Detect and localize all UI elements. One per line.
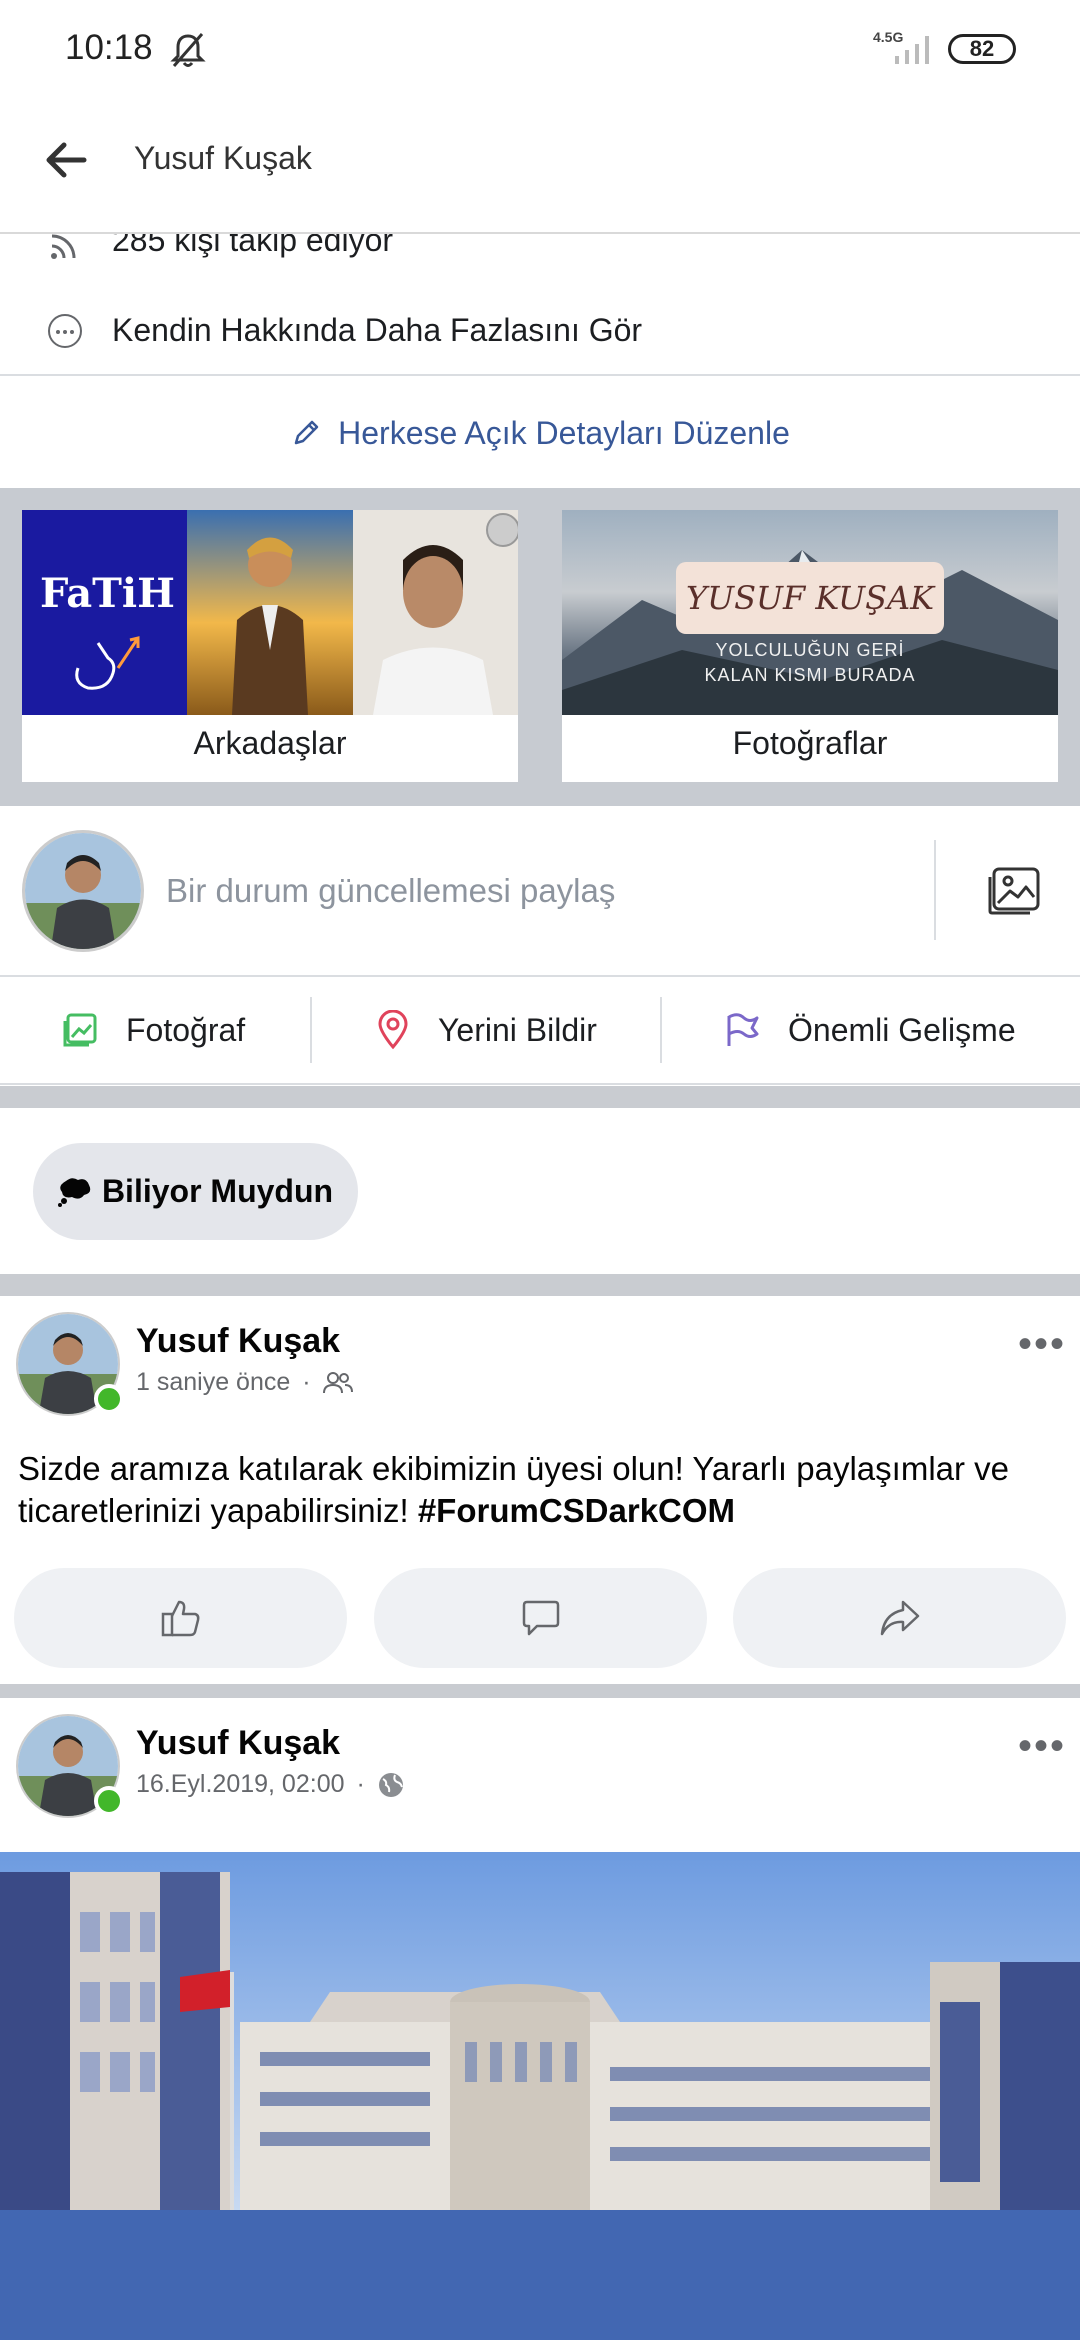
section-separator <box>0 1274 1080 1296</box>
checkin-action-label: Yerini Bildir <box>438 1011 597 1048</box>
followers-text: 285 kişi takip ediyor <box>112 234 394 258</box>
notifications-muted-icon <box>170 33 206 67</box>
checkin-action-button[interactable]: Yerini Bildir <box>376 977 597 1083</box>
friend-thumb-3 <box>353 510 520 715</box>
divider <box>0 374 1080 376</box>
thought-bubble-icon <box>57 1177 91 1207</box>
online-status-dot <box>94 1384 124 1414</box>
page-title: Yusuf Kuşak <box>134 140 312 176</box>
location-pin-icon <box>378 1010 408 1050</box>
status-composer-input[interactable]: Bir durum güncellemesi paylaş <box>166 872 615 910</box>
composer-divider <box>934 840 936 940</box>
post-photo[interactable] <box>0 1852 1080 2212</box>
did-you-know-label: Biliyor Muydun <box>101 1173 334 1209</box>
edit-public-details-label: Herkese Açık Detayları Düzenle <box>338 414 790 451</box>
friend-logo-text: FaTiH <box>40 570 175 617</box>
photo-action-label: Fotoğraf <box>126 1011 246 1048</box>
back-arrow-icon[interactable] <box>44 140 88 180</box>
more-horizontal-icon <box>48 314 82 348</box>
post-author-name[interactable]: Yusuf Kuşak <box>136 1322 340 1361</box>
edit-public-details-button[interactable]: Herkese Açık Detayları Düzenle <box>0 378 1080 488</box>
flag-icon <box>727 1013 759 1046</box>
photo-icon <box>63 1013 97 1047</box>
followers-row[interactable]: 285 kişi takip ediyor <box>0 234 1080 294</box>
section-separator <box>0 1086 1080 1108</box>
comment-icon <box>522 1600 559 1636</box>
globe-public-icon <box>378 1772 403 1797</box>
bottom-navigation-bar <box>0 2210 1080 2340</box>
photos-label: Fotoğraflar <box>732 725 888 761</box>
did-you-know-button[interactable]: Biliyor Muydun <box>33 1143 358 1240</box>
photo-action-button[interactable]: Fotoğraf <box>62 977 245 1083</box>
post-timestamp[interactable]: 16.Eyl.2019, 02:00 <box>136 1770 345 1799</box>
meta-separator: · <box>302 1368 311 1396</box>
share-arrow-icon <box>880 1600 919 1636</box>
friends-card[interactable]: FaTiH Arkadaşlar <box>22 510 520 782</box>
post-hashtag[interactable]: #ForumCSDarkCOM <box>418 1492 735 1529</box>
meta-separator: · <box>356 1770 365 1798</box>
comment-button[interactable] <box>374 1568 707 1668</box>
post-timestamp[interactable]: 1 saniye önce <box>136 1368 290 1397</box>
friends-label: Arkadaşlar <box>193 725 347 761</box>
friend-thumb-1: FaTiH <box>22 510 187 715</box>
photo-gallery-icon[interactable] <box>986 865 1042 917</box>
signal-icon <box>895 36 929 64</box>
cover-subtitle-1: YOLCULUĞUN GERİ <box>715 640 905 660</box>
section-separator <box>0 1684 1080 1698</box>
cover-subtitle-2: KALAN KISMI BURADA <box>704 665 916 685</box>
pencil-icon <box>294 420 319 445</box>
cover-photo-thumb: YUSUF KUŞAK YOLCULUĞUN GERİ KALAN KISMI … <box>562 510 1058 715</box>
action-divider <box>310 997 312 1063</box>
post-text: Sizde aramıza katılarak ekibimizin üyesi… <box>18 1448 1058 1532</box>
post-meta: 16.Eyl.2019, 02:00 · <box>136 1770 405 1799</box>
life-event-action-label: Önemli Gelişme <box>788 1011 1016 1048</box>
post-author-name[interactable]: Yusuf Kuşak <box>136 1724 340 1763</box>
thumbs-up-icon <box>161 1600 199 1637</box>
share-button[interactable] <box>733 1568 1066 1668</box>
status-time: 10:18 <box>65 28 153 67</box>
online-status-dot <box>94 1786 124 1816</box>
battery-indicator: 82 <box>948 34 1016 64</box>
action-divider <box>660 997 662 1063</box>
like-button[interactable] <box>14 1568 347 1668</box>
friend-thumb-2 <box>187 510 353 715</box>
post-meta: 1 saniye önce · <box>136 1368 353 1397</box>
see-more-about-link[interactable]: Kendin Hakkında Daha Fazlasını Gör <box>112 312 642 349</box>
cover-title: YUSUF KUŞAK <box>676 562 944 634</box>
photos-card[interactable]: YUSUF KUŞAK YOLCULUĞUN GERİ KALAN KISMI … <box>562 510 1058 782</box>
friends-audience-icon <box>322 1371 353 1393</box>
post-options-icon[interactable]: ••• <box>1018 1322 1066 1367</box>
composer-action-bar: Fotoğraf Yerini Bildir Önemli Gelişme <box>0 975 1080 1085</box>
life-event-action-button[interactable]: Önemli Gelişme <box>724 977 1016 1083</box>
composer-avatar[interactable] <box>22 830 144 952</box>
hand-drawn-icon <box>75 636 140 690</box>
post-options-icon[interactable]: ••• <box>1018 1724 1066 1769</box>
